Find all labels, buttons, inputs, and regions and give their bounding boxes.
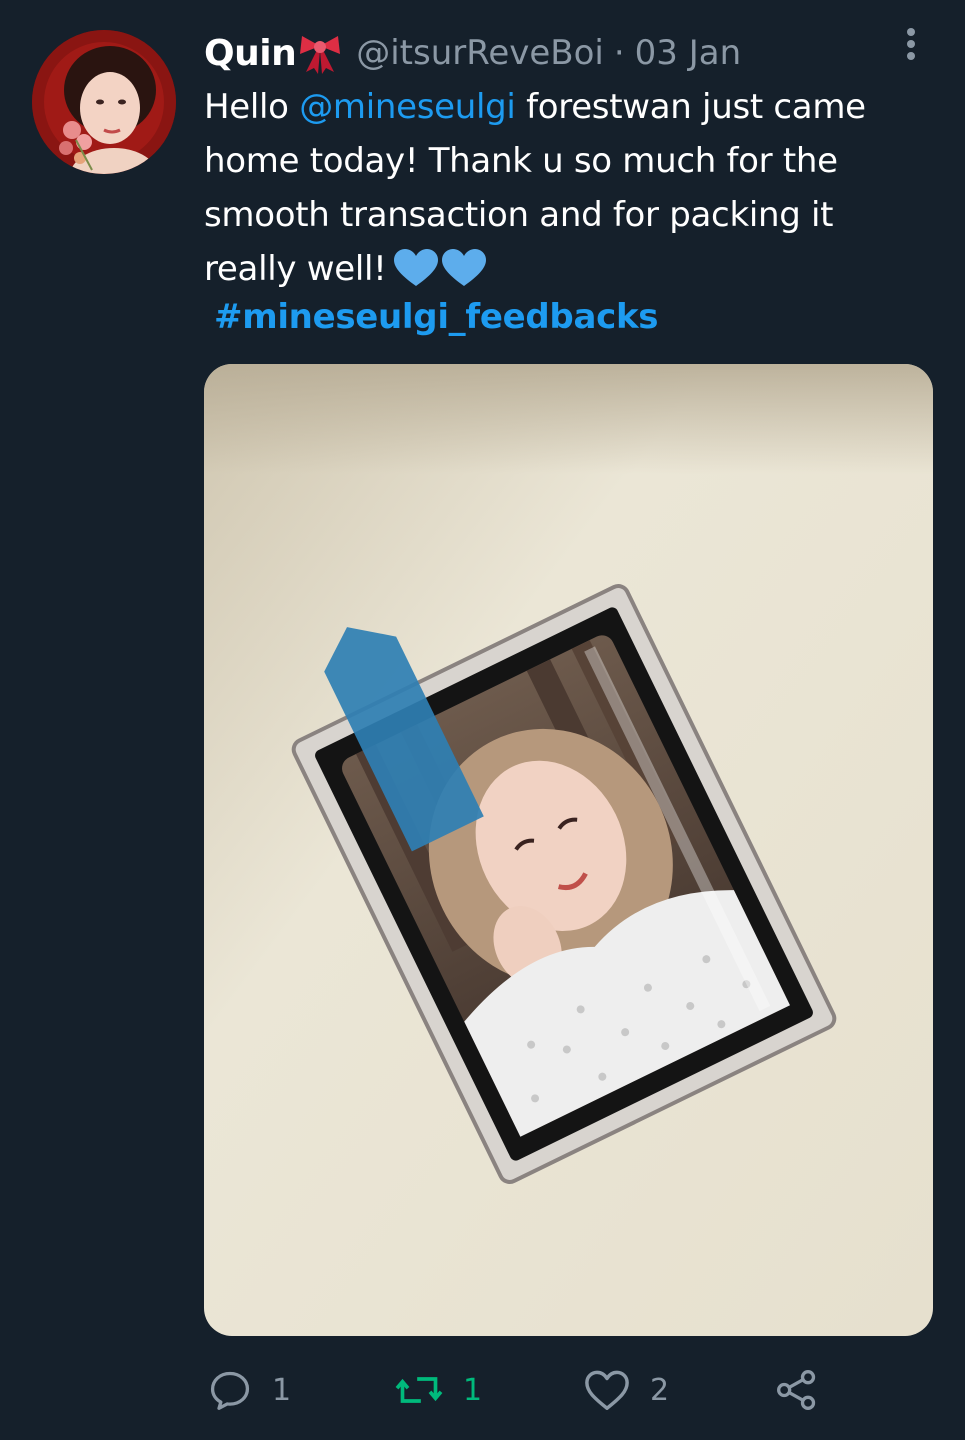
hashtag-link[interactable]: #mineseulgi_feedbacks [214, 297, 659, 337]
retweet-button[interactable]: 1 [395, 1368, 482, 1412]
share-icon [777, 1370, 816, 1410]
tweet-text: Hello @mineseulgi forestwan just came ho… [204, 80, 924, 296]
share-button[interactable] [775, 1368, 819, 1412]
reply-button[interactable]: 1 [208, 1368, 291, 1412]
photo-toploader-card-icon [204, 364, 933, 1336]
tweet[interactable]: Quin @itsurReveBoi · 03 Jan Hello @mines… [0, 0, 965, 1440]
reply-icon [210, 1371, 250, 1410]
author-name[interactable]: Quin [204, 33, 297, 74]
avatar[interactable] [32, 30, 176, 174]
ribbon-emoji-icon [298, 32, 342, 74]
blue-hearts-emoji-icon [392, 248, 488, 288]
tweet-date[interactable]: 03 Jan [635, 33, 741, 73]
retweet-icon [395, 1377, 443, 1403]
date-separator: · [613, 33, 625, 73]
author-handle[interactable]: @itsurReveBoi [356, 33, 604, 73]
heart-icon [585, 1370, 629, 1410]
mention-link[interactable]: @mineseulgi [299, 87, 516, 127]
tweet-text-part1: Hello [204, 87, 300, 127]
tweet-header: Quin @itsurReveBoi · 03 Jan [204, 28, 741, 78]
tweet-action-bar: 1 1 2 [0, 1360, 965, 1420]
profile-photo-icon [32, 30, 176, 174]
like-button[interactable]: 2 [584, 1368, 669, 1412]
like-count: 2 [650, 1372, 670, 1408]
tweet-media-image[interactable] [204, 364, 933, 1336]
more-options-icon[interactable] [899, 28, 923, 68]
retweet-count: 1 [463, 1372, 483, 1408]
reply-count: 1 [272, 1372, 292, 1408]
